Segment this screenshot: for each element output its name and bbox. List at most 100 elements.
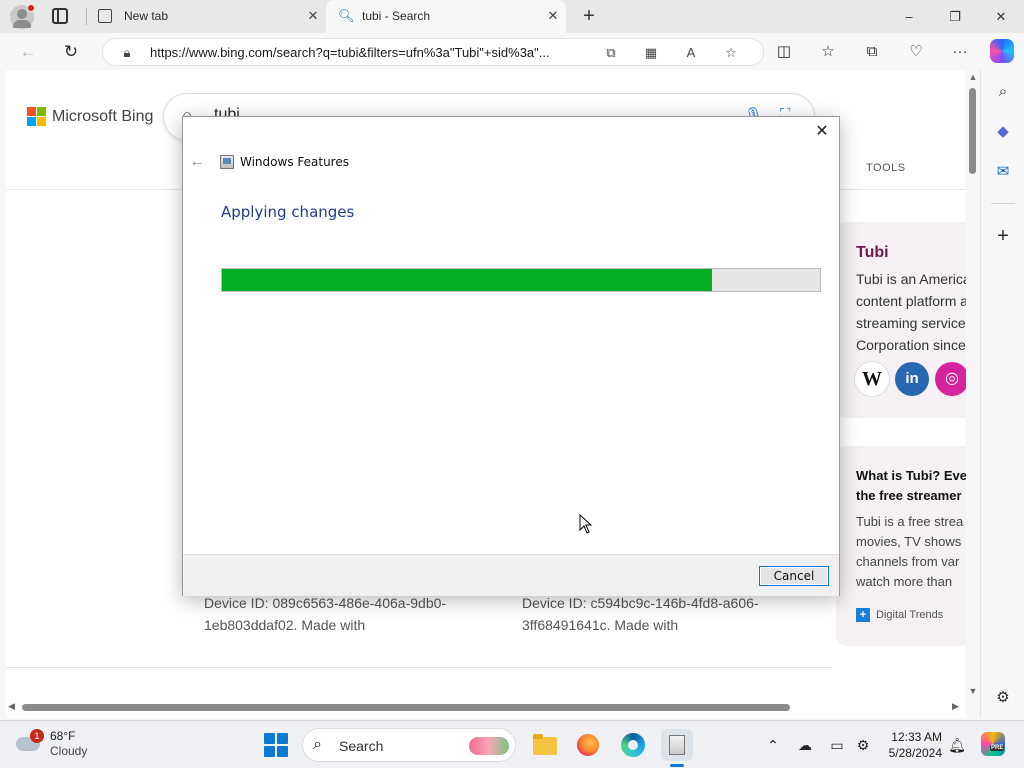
description-line: content platform a [856,293,966,309]
horizontal-scrollbar[interactable]: ◀ ▶ [6,700,966,716]
new-tab-icon [98,9,112,23]
sidebar-divider [991,203,1015,204]
description-line: Tubi is a free strea [856,514,964,529]
profile-avatar[interactable] [10,4,35,29]
description-line: streaming service [856,315,966,331]
notification-badge: 1 [30,729,44,743]
description-line: movies, TV shows [856,534,962,549]
tools-tab[interactable]: TOOLS [866,162,906,174]
source-label: Digital Trends [876,609,944,621]
close-tab-icon[interactable]: ✕ [306,9,320,23]
knowledge-card[interactable]: Tubi Tubi is an America content platform… [836,222,966,418]
restore-button[interactable]: ❐ [932,0,978,33]
tab-separator [86,8,87,25]
sidebar-settings-icon[interactable]: ⚙ [991,686,1015,710]
collections-icon[interactable]: ⧉ [860,40,884,64]
linkedin-icon[interactable]: in [895,362,929,396]
notification-bell-icon[interactable]: 🔔︎ [946,734,968,756]
clock-time: 12:33 AM [891,730,942,744]
description-line: watch more than [856,574,953,589]
address-bar[interactable]: 🔒︎ https://www.bing.com/search?q=tubi&fi… [102,38,764,66]
article-card-title[interactable]: What is Tubi? Eve the free streamer [856,466,966,506]
app-available-icon[interactable]: ⧉ [601,43,621,63]
edge-sidebar: ⌕ ◆ ✉ + ⚙ [980,70,1024,718]
vertical-scrollbar[interactable]: ▲ ▼ [966,70,980,700]
lock-icon[interactable]: 🔒︎ [117,43,137,63]
vertical-tabs-button[interactable] [52,8,68,24]
sidebar-copilot-icon[interactable]: ◆ [991,120,1015,144]
edge-icon[interactable] [617,729,649,761]
microsoft-logo-icon [27,107,46,126]
browser-essentials-icon[interactable]: ♡ [904,40,928,64]
minimize-button[interactable]: – [886,0,932,33]
cancel-button[interactable]: Cancel [759,566,829,586]
split-screen-icon[interactable]: ◫ [772,40,796,64]
bing-logo[interactable]: Microsoft Bing [27,107,153,126]
copilot-tray-icon[interactable]: PRE [981,732,1005,756]
system-clock[interactable]: 12:33 AM 5/28/2024 [878,729,942,761]
firefox-icon[interactable] [572,729,604,761]
back-button[interactable]: ← [15,39,41,65]
windows-features-icon [220,155,234,169]
wikipedia-icon[interactable]: W [855,362,889,396]
title-line: What is Tubi? Eve [856,468,966,483]
tab-label: tubi - Search [362,9,431,23]
windows-features-dialog: ✕ ← Windows Features Applying changes Ca… [182,116,840,596]
scroll-down-icon[interactable]: ▼ [966,686,980,696]
article-card[interactable]: What is Tubi? Eve the free streamer Tubi… [836,446,966,646]
result-divider [6,667,832,668]
taskbar-search[interactable]: ⌕ Search [302,728,516,762]
favorite-star-icon[interactable]: ☆ [721,43,741,63]
dialog-title: Windows Features [240,155,349,169]
sidebar-add-icon[interactable]: + [991,224,1015,248]
progress-bar [221,268,821,292]
dialog-close-button[interactable]: ✕ [811,121,833,143]
description-line: Tubi is an America [856,271,966,287]
tab-tubi-search[interactable]: 🔍︎ tubi - Search ✕ [326,0,566,33]
sidebar-search-icon[interactable]: ⌕ [991,80,1015,104]
weather-widget[interactable]: 1 68°F Cloudy [14,729,87,759]
favorites-icon[interactable]: ☆ [816,40,840,64]
show-hidden-icons-icon[interactable]: ⌃ [762,734,784,756]
tab-label: New tab [124,9,169,23]
close-tab-icon[interactable]: ✕ [546,9,560,23]
more-options-icon[interactable]: ··· [948,40,972,64]
windows-features-taskbar-icon[interactable] [661,729,693,761]
read-aloud-icon[interactable]: A [681,43,701,63]
copilot-icon[interactable] [990,39,1014,63]
start-button[interactable] [264,733,288,757]
scroll-right-icon[interactable]: ▶ [952,701,959,712]
taskbar: 1 68°F Cloudy ⌕ Search ⌃ ☁ ▭ ⚙ 12:33 AM … [0,720,1024,768]
result-snippet: Device ID: 089c6563-486e-406a-9db0-1eb80… [204,595,447,633]
dialog-back-icon[interactable]: ← [189,153,205,169]
weather-temp: 68°F [50,729,76,743]
description-line: Corporation since [856,337,966,353]
refresh-button[interactable]: ↻ [58,39,84,65]
network-icon[interactable]: ▭ [826,734,848,756]
progress-fill [222,269,713,291]
scroll-left-icon[interactable]: ◀ [8,701,15,712]
close-window-button[interactable]: ✕ [978,0,1024,33]
preview-badge: PRE [990,745,1005,751]
instagram-icon[interactable]: ◎ [935,362,966,396]
tab-strip: New tab ✕ 🔍︎ tubi - Search ✕ + – ❐ ✕ [0,0,1024,33]
settings-tray-icon[interactable]: ⚙ [852,734,874,756]
scroll-up-icon[interactable]: ▲ [966,72,980,82]
onedrive-icon[interactable]: ☁ [794,734,816,756]
article-card-description: Tubi is a free strea movies, TV shows ch… [856,512,966,592]
knowledge-card-description: Tubi is an America content platform a st… [856,268,966,356]
taskbar-search-label: Search [339,738,384,754]
article-source[interactable]: + Digital Trends [856,608,943,622]
tab-new-tab[interactable]: New tab ✕ [88,0,326,33]
horizontal-scroll-thumb[interactable] [22,704,790,711]
vertical-scroll-thumb[interactable] [969,88,976,174]
search-icon: ⌕ [313,736,322,753]
new-tab-button[interactable]: + [578,5,600,27]
sidebar-outlook-icon[interactable]: ✉ [991,160,1015,184]
url-text[interactable]: https://www.bing.com/search?q=tubi&filte… [150,45,550,60]
knowledge-card-title[interactable]: Tubi [856,244,889,262]
description-line: channels from var [856,554,960,569]
file-explorer-icon[interactable] [529,729,561,761]
qr-code-icon[interactable]: ▦ [641,43,661,63]
dialog-heading: Applying changes [221,203,355,221]
